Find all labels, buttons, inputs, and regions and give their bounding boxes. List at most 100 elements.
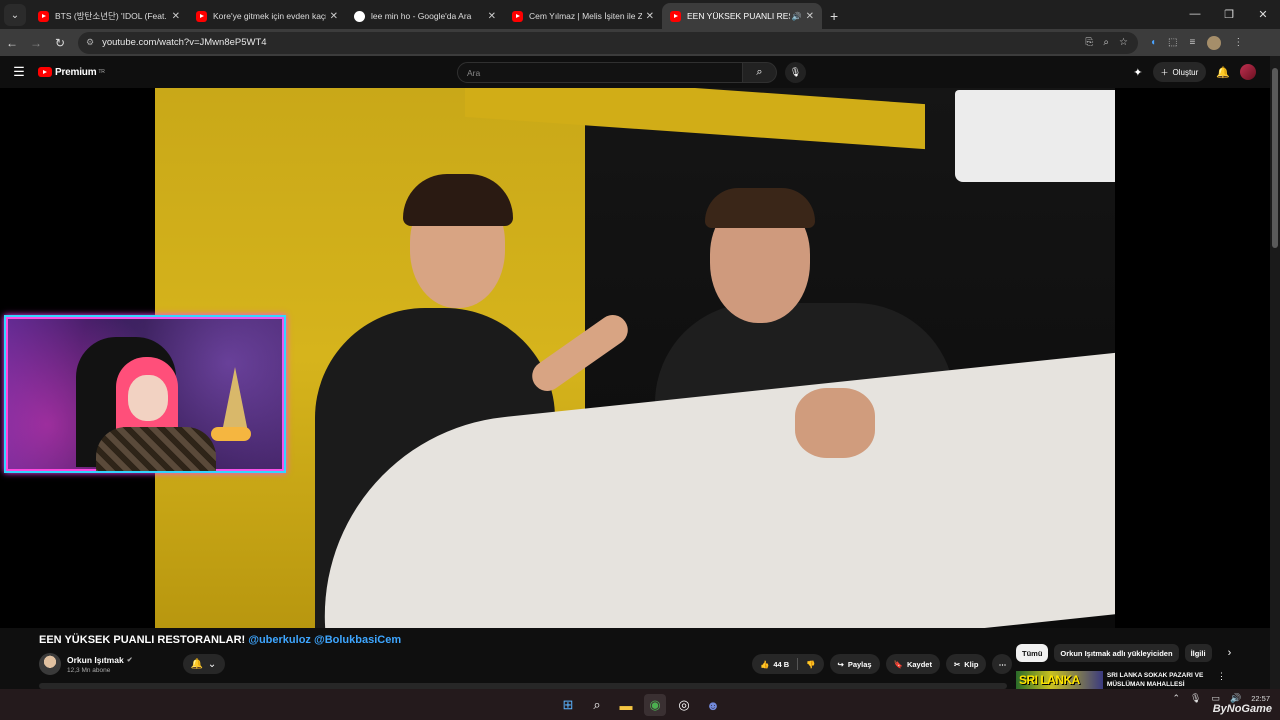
more-actions-button[interactable]: ⋯ bbox=[992, 654, 1013, 674]
taskbar-apps: ⊞ ⌕ ▬ ◉ ◎ ☻ bbox=[557, 694, 724, 716]
page-scrollbar[interactable] bbox=[1270, 56, 1280, 689]
webcam-microphone bbox=[211, 427, 251, 441]
tab-title: BTS (방탄소년단) 'IDOL (Feat. N bbox=[55, 11, 168, 21]
tab-title: EEN YÜKSEK PUANLI RESTO bbox=[687, 11, 790, 21]
save-button[interactable]: 🔖 Kaydet bbox=[885, 654, 940, 674]
logo-text: Premium bbox=[55, 66, 97, 78]
subscription-bell-button[interactable]: 🔔 ⌄ bbox=[182, 654, 225, 674]
create-label: Oluştur bbox=[1172, 67, 1199, 77]
audio-playing-icon[interactable]: 🔊 bbox=[792, 12, 802, 21]
notifications-bell-icon[interactable]: 🔔 bbox=[1216, 66, 1230, 79]
close-tab-icon[interactable]: ✕ bbox=[488, 11, 496, 22]
tab-title: Cem Yılmaz | Melis İşiten ile Zar bbox=[529, 11, 642, 21]
subscriber-count: 12,3 Mn abone bbox=[67, 666, 111, 674]
chevron-right-icon[interactable]: › bbox=[1228, 647, 1232, 659]
chip-all[interactable]: Tümü bbox=[1016, 644, 1049, 662]
browser-tab[interactable]: BTS (방탄소년단) 'IDOL (Feat. N ✕ bbox=[30, 3, 188, 29]
browser-tab[interactable]: Kore'ye gitmek için evden kaçm ✕ bbox=[188, 3, 346, 29]
tab-title: lee min ho - Google'da Ara bbox=[371, 11, 472, 21]
site-info-icon[interactable]: ⚙ bbox=[86, 37, 94, 48]
browser-toolbar: ← → ↻ ⚙ youtube.com/watch?v=JMwn8eP5WT4 … bbox=[0, 29, 1280, 56]
youtube-header: ☰ Premium TR Ara ⌕ 🎙 ✦ ＋ Oluştur 🔔 bbox=[0, 56, 1280, 88]
video-actions: 👍 44 B 👎 ↪ Paylaş 🔖 Kaydet ✂ Klip ⋯ bbox=[752, 654, 1013, 674]
youtube-play-icon bbox=[38, 67, 52, 77]
tray-chevron-up-icon[interactable]: ⌃ bbox=[1173, 693, 1181, 704]
profile-avatar[interactable] bbox=[1207, 35, 1222, 50]
clock[interactable]: 22:57 bbox=[1251, 694, 1270, 704]
browser-tab-active[interactable]: EEN YÜKSEK PUANLI RESTO 🔊 ✕ bbox=[662, 3, 822, 29]
clip-button[interactable]: ✂ Klip bbox=[945, 654, 987, 674]
menu-kebab-icon[interactable]: ⋮ bbox=[1233, 37, 1243, 48]
restore-icon[interactable]: ❐ bbox=[1212, 8, 1246, 21]
more-vertical-icon[interactable]: ⋮ bbox=[1217, 671, 1226, 689]
chip-from-uploader[interactable]: Orkun Işıtmak adlı yükleyiciden bbox=[1054, 644, 1179, 662]
create-button[interactable]: ＋ Oluştur bbox=[1152, 62, 1207, 82]
thumbs-down-icon[interactable]: 👎 bbox=[806, 660, 815, 669]
discord-icon[interactable]: ☻ bbox=[702, 694, 724, 716]
bookmark-icon: 🔖 bbox=[893, 659, 903, 669]
channel-name-row[interactable]: Orkun Işıtmak ✔ bbox=[67, 655, 133, 665]
like-count[interactable]: 44 B bbox=[773, 660, 789, 669]
recommended-video-title[interactable]: SRI LANKA SOKAK PAZARI VE MÜSLÜMAN MAHAL… bbox=[1107, 671, 1213, 689]
search-input[interactable]: Ara bbox=[457, 62, 743, 83]
close-tab-icon[interactable]: ✕ bbox=[646, 11, 654, 22]
recommended-video-thumbnail[interactable]: SRI LANKA bbox=[1016, 671, 1103, 689]
back-icon[interactable]: ← bbox=[0, 36, 24, 50]
zoom-icon[interactable]: ⌕ bbox=[1103, 37, 1109, 48]
youtube-icon bbox=[512, 10, 523, 22]
tray-microphone-icon[interactable]: 🎙 bbox=[1190, 693, 1201, 704]
extension-icon[interactable]: ◖ bbox=[1150, 37, 1156, 48]
divider bbox=[797, 658, 799, 670]
recommended-video[interactable]: SRI LANKA SRI LANKA SOKAK PAZARI VE MÜSL… bbox=[1016, 671, 1226, 689]
video-title-mentions[interactable]: @uberkuloz @BolukbasiCem bbox=[248, 634, 401, 646]
search-bar: Ara ⌕ 🎙 bbox=[457, 62, 806, 83]
close-tab-icon[interactable]: ✕ bbox=[806, 11, 814, 22]
youtube-icon bbox=[196, 10, 207, 22]
youtube-logo[interactable]: Premium TR bbox=[38, 67, 105, 78]
thumbs-up-icon[interactable]: 👍 bbox=[760, 660, 769, 669]
webcam-overlay bbox=[4, 315, 286, 473]
bookmark-star-icon[interactable]: ☆ bbox=[1119, 37, 1128, 48]
chip-related[interactable]: İlgili bbox=[1184, 644, 1212, 662]
channel-avatar[interactable] bbox=[39, 653, 61, 675]
channel-name[interactable]: Orkun Işıtmak bbox=[67, 655, 124, 665]
voice-search-button[interactable]: 🎙 bbox=[785, 62, 806, 83]
tab-title: Kore'ye gitmek için evden kaçm bbox=[213, 11, 326, 21]
close-window-icon[interactable]: ✕ bbox=[1246, 8, 1280, 21]
video-title: EEN YÜKSEK PUANLI RESTORANLAR! @uberkulo… bbox=[39, 634, 401, 646]
file-explorer-icon[interactable]: ▬ bbox=[615, 694, 637, 716]
address-bar[interactable]: ⚙ youtube.com/watch?v=JMwn8eP5WT4 ⎘ ⌕ ☆ bbox=[78, 31, 1138, 54]
search-icon[interactable]: ⌕ bbox=[586, 694, 608, 716]
share-icon: ↪ bbox=[837, 659, 844, 669]
obs-icon[interactable]: ◎ bbox=[673, 694, 695, 716]
plus-icon: ＋ bbox=[1160, 67, 1169, 77]
ai-sparkle-icon[interactable]: ✦ bbox=[1133, 66, 1142, 79]
extensions-puzzle-icon[interactable]: ⬚ bbox=[1168, 37, 1177, 48]
browser-tab[interactable]: Cem Yılmaz | Melis İşiten ile Zar ✕ bbox=[504, 3, 662, 29]
share-button[interactable]: ↪ Paylaş bbox=[829, 654, 880, 674]
windows-start-icon[interactable]: ⊞ bbox=[557, 694, 579, 716]
url-text: youtube.com/watch?v=JMwn8eP5WT4 bbox=[102, 37, 267, 48]
tab-search-button[interactable]: ⌄ bbox=[4, 4, 26, 26]
search-icon: ⌕ bbox=[756, 66, 763, 78]
reload-icon[interactable]: ↻ bbox=[48, 36, 72, 50]
close-tab-icon[interactable]: ✕ bbox=[172, 11, 180, 22]
minimize-icon[interactable]: — bbox=[1178, 8, 1212, 20]
browser-tab-strip: ⌄ BTS (방탄소년단) 'IDOL (Feat. N ✕ Kore'ye g… bbox=[0, 0, 1280, 29]
chrome-icon[interactable]: ◉ bbox=[644, 694, 666, 716]
media-control-icon[interactable]: ≡ bbox=[1190, 37, 1196, 48]
recommendation-chips: Tümü Orkun Işıtmak adlı yükleyiciden İlg… bbox=[1016, 644, 1231, 662]
user-avatar[interactable] bbox=[1240, 64, 1256, 80]
windows-taskbar: ⊞ ⌕ ▬ ◉ ◎ ☻ ⌃ 🎙 ▭ 🔊 22:57 bbox=[0, 689, 1280, 720]
install-app-icon[interactable]: ⎘ bbox=[1085, 37, 1093, 48]
search-button[interactable]: ⌕ bbox=[743, 62, 777, 83]
close-tab-icon[interactable]: ✕ bbox=[330, 11, 338, 22]
like-dislike-group: 👍 44 B 👎 bbox=[752, 654, 824, 674]
scrollbar-thumb[interactable] bbox=[1272, 68, 1278, 248]
video-person-right-fist bbox=[795, 388, 875, 458]
hamburger-menu-icon[interactable]: ☰ bbox=[0, 64, 38, 80]
new-tab-button[interactable]: + bbox=[830, 8, 838, 24]
browser-tab[interactable]: lee min ho - Google'da Ara ✕ bbox=[346, 3, 504, 29]
video-frame[interactable] bbox=[155, 88, 1115, 628]
forward-icon[interactable]: → bbox=[24, 36, 48, 50]
